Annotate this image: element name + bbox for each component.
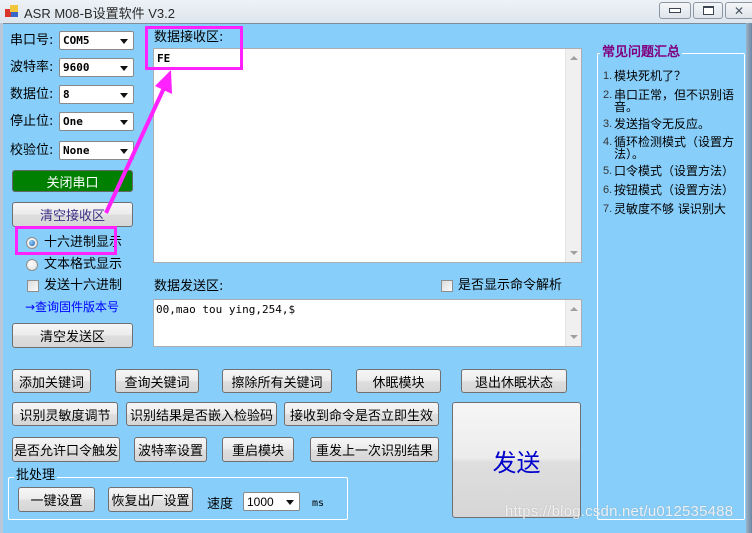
app-window: ASR M08-B设置软件 V3.2 ✕ 串口号: COM5 波特率: 9600… [0, 0, 752, 533]
watermark: https://blog.csdn.net/u012535488 [505, 503, 734, 520]
annotation-arrow [104, 70, 172, 214]
annotation-arrow-shaft [104, 87, 166, 214]
